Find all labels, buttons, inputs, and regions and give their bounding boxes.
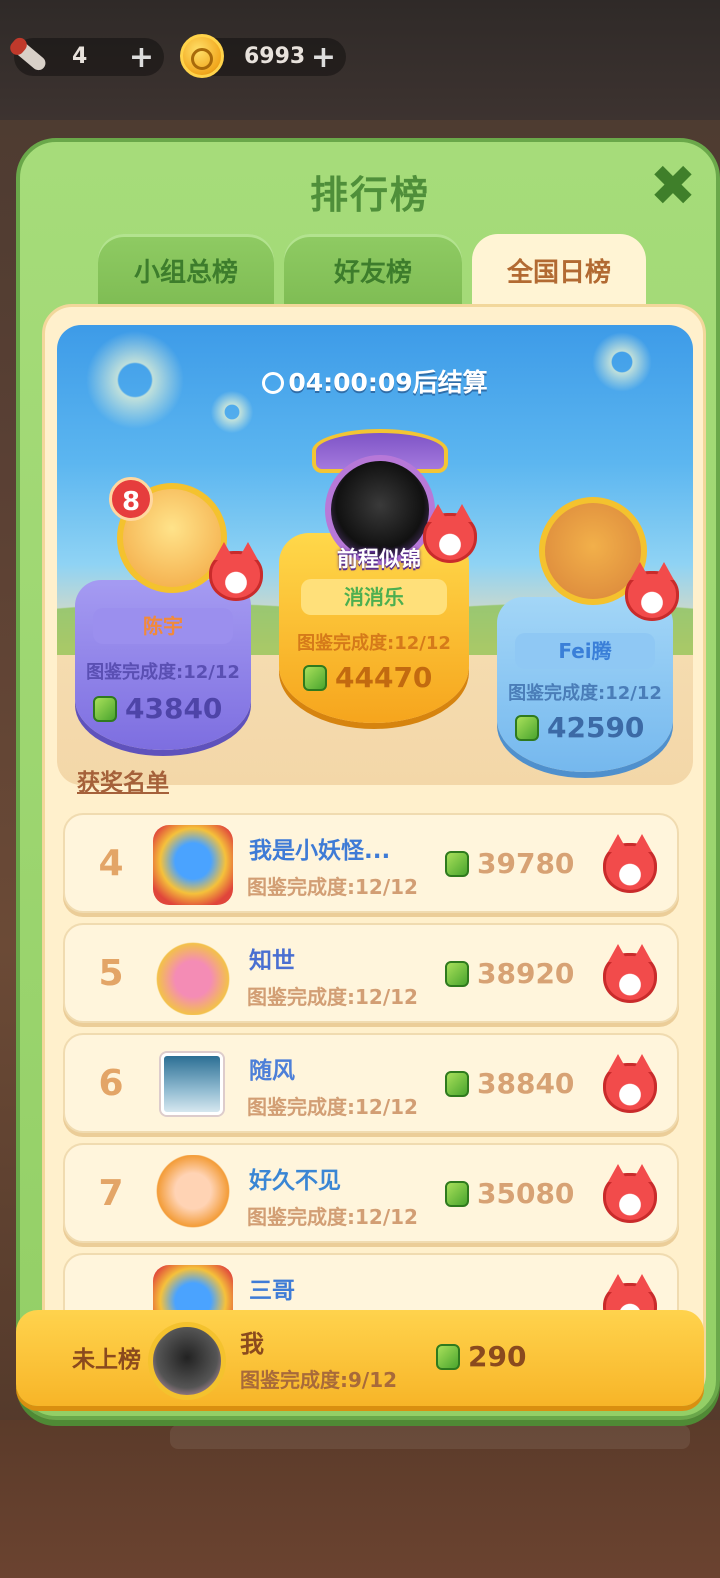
progress-text: 图鉴完成度:12/12 (247, 985, 418, 1009)
progress-text: 图鉴完成度:12/12 (247, 875, 418, 899)
gem-icon (515, 715, 539, 741)
avatar (161, 1053, 223, 1115)
leaderboard-panel: 排行榜 ✖ 小组总榜 好友榜 全国日榜 04:00:09后结算 陈宇 图鉴完成度… (16, 138, 720, 1420)
score: 38920 (477, 957, 575, 990)
panel-title: 排行榜 (309, 173, 430, 217)
tab-national-daily[interactable]: 全国日榜 (472, 234, 646, 314)
avatar (153, 825, 233, 905)
my-avatar (148, 1322, 226, 1400)
progress-text: 图鉴完成度:12/12 (247, 1095, 418, 1119)
rocket-icon (8, 34, 52, 78)
gem-icon (445, 961, 469, 987)
second-progress: 图鉴完成度:12/12 (86, 662, 240, 683)
player-name: 知世 (249, 948, 295, 974)
gem-icon (93, 696, 117, 722)
my-rank-status: 未上榜 (72, 1347, 141, 1373)
my-score: 290 (468, 1340, 527, 1373)
list-item[interactable]: 4 我是小妖怪... 图鉴完成度:12/12 39780 (63, 813, 679, 913)
first-progress: 图鉴完成度:12/12 (297, 633, 451, 654)
player-name: 随风 (249, 1058, 295, 1084)
third-progress: 图鉴完成度:12/12 (508, 683, 662, 704)
player-name: 好久不见 (249, 1168, 341, 1194)
add-coin-button[interactable]: + (311, 40, 336, 75)
fox-icon (603, 1164, 657, 1223)
my-rank-bar[interactable]: 未上榜 我 图鉴完成度:9/12 290 (16, 1310, 704, 1406)
fox-icon (423, 504, 477, 563)
tab-friends[interactable]: 好友榜 (284, 234, 462, 314)
list-item[interactable]: 5 知世 图鉴完成度:12/12 38920 (63, 923, 679, 1023)
rank-number: 6 (98, 1063, 124, 1104)
player-name: 我是小妖怪... (249, 838, 391, 864)
avatar (153, 1155, 233, 1235)
fox-icon (603, 944, 657, 1003)
gem-icon (445, 1071, 469, 1097)
rocket-count: 4 (72, 44, 88, 69)
my-name: 我 (240, 1330, 264, 1358)
close-icon[interactable]: ✖ (648, 159, 698, 215)
fox-icon (603, 834, 657, 893)
rank-number: 4 (98, 843, 124, 884)
settlement-timer: 04:00:09后结算 (57, 363, 693, 399)
leaderboard-content: 04:00:09后结算 陈宇 图鉴完成度:12/12 43840 8 Fei腾 … (42, 304, 706, 1404)
avatar (153, 935, 233, 1015)
coin-icon (180, 34, 224, 78)
fox-icon (625, 562, 679, 621)
coin-count: 6993 (244, 44, 306, 69)
second-player-name: 陈宇 (93, 608, 233, 644)
award-list-link[interactable]: 获奖名单 (77, 763, 169, 797)
second-rank-badge: 8 (109, 477, 153, 521)
first-score: 44470 (335, 661, 433, 694)
third-score: 42590 (547, 711, 645, 744)
score: 35080 (477, 1177, 575, 1210)
gem-icon (303, 665, 327, 691)
fox-icon (603, 1054, 657, 1113)
add-rocket-button[interactable]: + (129, 40, 154, 75)
gem-icon (445, 851, 469, 877)
timer-text: 04:00:09后结算 (288, 368, 488, 397)
podium: 04:00:09后结算 陈宇 图鉴完成度:12/12 43840 8 Fei腾 … (57, 325, 693, 785)
first-title-banner: 前程似锦 (337, 547, 421, 571)
fox-icon (209, 542, 263, 601)
rank-number: 7 (98, 1173, 124, 1214)
player-name: 三哥 (249, 1278, 295, 1304)
list-item[interactable]: 6 随风 图鉴完成度:12/12 38840 (63, 1033, 679, 1133)
clock-icon (262, 372, 285, 394)
background-blur-text (170, 1425, 690, 1449)
progress-text: 图鉴完成度:12/12 (247, 1205, 418, 1229)
rocket-resource[interactable]: 4 + (11, 38, 164, 76)
score: 38840 (477, 1067, 575, 1100)
second-score: 43840 (125, 692, 223, 725)
list-item[interactable]: 7 好久不见 图鉴完成度:12/12 35080 (63, 1143, 679, 1243)
podium-third-card[interactable]: Fei腾 图鉴完成度:12/12 42590 (497, 597, 673, 772)
first-player-name: 消消乐 (301, 579, 447, 615)
score: 39780 (477, 847, 575, 880)
podium-second-card[interactable]: 陈宇 图鉴完成度:12/12 43840 (75, 580, 251, 750)
my-progress: 图鉴完成度:9/12 (240, 1368, 398, 1392)
gem-icon (436, 1344, 460, 1370)
tab-group-total[interactable]: 小组总榜 (98, 234, 274, 314)
rank-number: 5 (98, 953, 124, 994)
gem-icon (445, 1181, 469, 1207)
third-player-name: Fei腾 (515, 633, 655, 669)
coin-resource[interactable]: 6993 + (180, 34, 346, 78)
